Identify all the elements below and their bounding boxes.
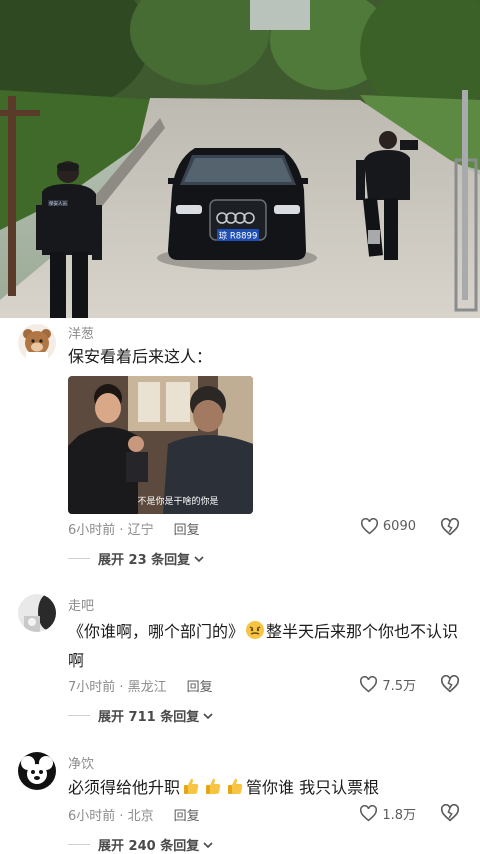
- video-frame: 琼 R8899 保安人员: [0, 0, 480, 318]
- expand-replies[interactable]: 展开 23 条回复: [68, 549, 205, 568]
- expand-replies[interactable]: 展开 711 条回复: [68, 706, 214, 725]
- thumbs-up-emoji: [228, 778, 243, 794]
- angry-face-emoji: [246, 621, 265, 639]
- reply-button[interactable]: 回复: [174, 805, 200, 824]
- divider-line: [68, 715, 90, 716]
- bear-avatar-icon: [18, 324, 56, 362]
- comment-item: 洋葱 保安看着后来这人： 不是你是干啥的你是 6小时前 · 辽宁 回复 6090: [0, 318, 480, 580]
- comment-username[interactable]: 净饮: [68, 753, 94, 772]
- comment-username[interactable]: 走吧: [68, 595, 94, 614]
- expand-replies[interactable]: 展开 240 条回复: [68, 835, 214, 854]
- comment-time-location: 6小时前 · 辽宁: [68, 523, 154, 538]
- expand-replies-label: 展开 711 条回复: [98, 710, 200, 725]
- heart-outline-icon: [360, 518, 378, 535]
- meme-caption: 不是你是干啥的你是: [137, 495, 218, 507]
- avatar[interactable]: [18, 752, 56, 790]
- like-count: 7.5万: [382, 679, 416, 694]
- divider-line: [68, 844, 90, 845]
- comment-time-location: 6小时前 · 北京: [68, 809, 154, 824]
- comment-username[interactable]: 洋葱: [68, 323, 94, 342]
- svg-text:保安人员: 保安人员: [49, 200, 67, 207]
- video-player[interactable]: 琼 R8899 保安人员: [0, 0, 480, 318]
- comment-text: 《你谁啊，哪个部门的》 整半天后来那个你也不认识啊: [68, 617, 460, 675]
- reply-button[interactable]: 回复: [174, 519, 200, 538]
- divider-line: [68, 558, 90, 559]
- chevron-down-icon: [194, 555, 204, 562]
- broken-heart-icon: [440, 674, 460, 693]
- like-button[interactable]: 6090: [360, 518, 416, 535]
- expand-replies-label: 展开 23 条回复: [98, 553, 191, 568]
- broken-heart-icon: [440, 517, 460, 536]
- comment-text-part: 《你谁啊，哪个部门的》: [68, 622, 245, 641]
- comment-text: 保安看着后来这人：: [68, 347, 213, 366]
- avatar[interactable]: [18, 594, 56, 632]
- comment-meta: 7小时前 · 黑龙江 回复: [68, 676, 213, 695]
- chevron-down-icon: [203, 712, 213, 719]
- like-count: 6090: [382, 519, 416, 534]
- thumbs-up-emoji: [206, 778, 221, 794]
- comment-time-location: 7小时前 · 黑龙江: [68, 680, 167, 695]
- dislike-button[interactable]: [440, 517, 460, 540]
- dislike-button[interactable]: [440, 803, 460, 826]
- like-button[interactable]: 7.5万: [359, 675, 416, 694]
- mouse-avatar-icon: [18, 752, 56, 790]
- expand-replies-label: 展开 240 条回复: [98, 839, 200, 854]
- like-button[interactable]: 1.8万: [359, 804, 416, 823]
- heart-outline-icon: [360, 676, 378, 693]
- meme-image: 不是你是干啥的你是: [68, 376, 253, 514]
- like-count: 1.8万: [382, 808, 416, 823]
- broken-heart-icon: [440, 803, 460, 822]
- comment-image[interactable]: 不是你是干啥的你是: [68, 376, 253, 514]
- license-plate: 琼 R8899: [219, 231, 258, 242]
- photo-avatar-icon: [18, 594, 56, 632]
- dislike-button[interactable]: [440, 674, 460, 697]
- comment-item: 净饮 必须得给他升职 管你谁 我只认票根 6小时前 · 北京 回复 1.8万 展开…: [0, 748, 480, 854]
- avatar[interactable]: [18, 324, 56, 362]
- comment-meta: 6小时前 · 辽宁 回复: [68, 519, 200, 538]
- comment-text: 必须得给他升职 管你谁 我只认票根: [68, 773, 460, 802]
- chevron-down-icon: [203, 841, 213, 848]
- comment-item: 走吧 《你谁啊，哪个部门的》 整半天后来那个你也不认识啊 7小时前 · 黑龙江 回…: [0, 590, 480, 740]
- reply-button[interactable]: 回复: [187, 676, 213, 695]
- comment-text-part: 必须得给他升职: [68, 778, 181, 797]
- heart-outline-icon: [360, 805, 378, 822]
- comment-text-part: 管你谁 我只认票根: [246, 778, 380, 797]
- comment-meta: 6小时前 · 北京 回复: [68, 805, 200, 824]
- thumbs-up-emoji: [184, 778, 199, 794]
